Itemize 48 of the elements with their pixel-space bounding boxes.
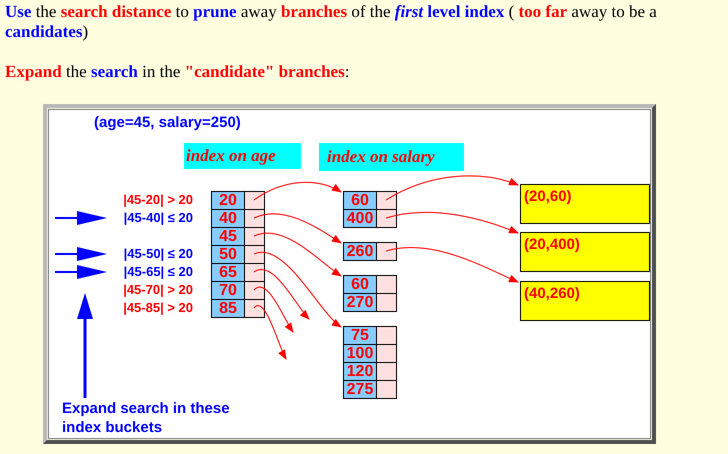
key-cell: 120	[344, 363, 377, 380]
salary-index-label: index on salary	[319, 143, 464, 171]
key-cell: 85	[212, 300, 245, 317]
pointer-cell	[245, 300, 264, 317]
key-cell: 65	[212, 264, 245, 281]
distance-condition: |45-20| > 20	[123, 191, 193, 209]
result-box: (20,400)	[520, 232, 650, 272]
key-cell: 45	[212, 228, 245, 245]
pointer-cell	[377, 363, 396, 380]
key-cell: 60	[344, 192, 377, 209]
pointer-cell	[377, 294, 396, 311]
key-cell: 75	[344, 327, 377, 344]
age-index-label: index on age	[184, 143, 301, 169]
pointer-cell	[377, 210, 396, 227]
pointer-cell	[377, 327, 396, 344]
up-arrow-icon	[77, 293, 93, 398]
key-cell: 50	[212, 246, 245, 263]
result-box: (20,60)	[520, 184, 650, 224]
pointer-cell	[245, 228, 264, 245]
key-cell: 260	[344, 243, 377, 260]
pointer-cell	[377, 381, 396, 398]
instruction-text: Use the search distance to prune away branches of the first level index ( too far away to be a candidates)	[5, 2, 658, 42]
distance-condition: |45-70| > 20	[123, 281, 193, 299]
pointer-cell	[245, 246, 264, 263]
key-cell: 270	[344, 294, 377, 311]
key-cell: 20	[212, 192, 245, 209]
pointer-cell	[245, 192, 264, 209]
key-cell: 70	[212, 282, 245, 299]
distance-condition: |45-65| ≤ 20	[124, 263, 193, 281]
pointer-cell	[377, 243, 396, 260]
key-cell: 40	[212, 210, 245, 227]
distance-condition: |45-40| ≤ 20	[124, 209, 193, 227]
pointer-cell	[245, 210, 264, 227]
key-cell: 60	[344, 276, 377, 293]
distance-condition: |45-85| > 20	[123, 299, 193, 317]
result-box: (40,260)	[520, 281, 650, 321]
pointer-cell	[245, 264, 264, 281]
pointer-cell	[377, 192, 396, 209]
instruction-text: Expand the search in the "candidate" branches:	[5, 62, 350, 82]
pointer-cell	[377, 345, 396, 362]
query-label: (age=45, salary=250)	[94, 113, 241, 133]
key-cell: 400	[344, 210, 377, 227]
key-cell: 275	[344, 381, 377, 398]
pointer-cell	[245, 282, 264, 299]
distance-condition: |45-50| ≤ 20	[124, 245, 193, 263]
expand-note: Expand search in these index buckets	[62, 399, 231, 437]
pointer-cell	[377, 276, 396, 293]
key-cell: 100	[344, 345, 377, 362]
